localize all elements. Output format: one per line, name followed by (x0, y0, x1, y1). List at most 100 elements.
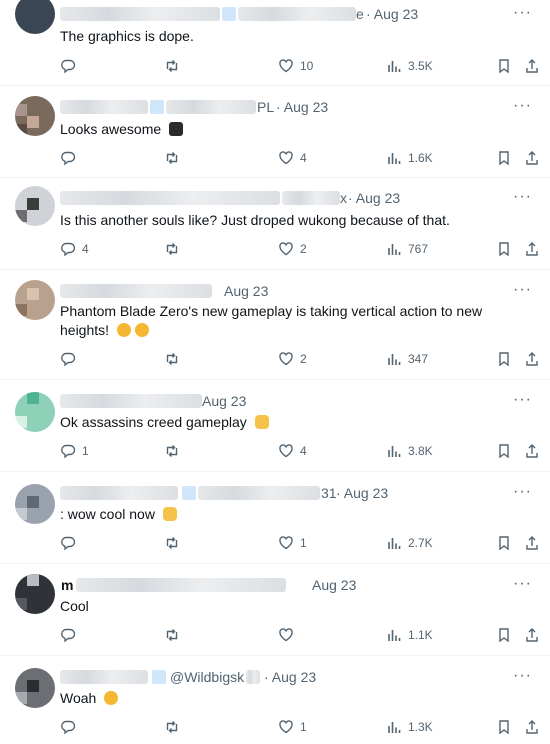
like-button[interactable]: 10 (278, 56, 313, 76)
views-button[interactable]: 1.3K (386, 717, 433, 737)
author-name-blurred (60, 191, 280, 205)
bookmark-button[interactable] (496, 717, 512, 737)
views-button[interactable]: 1.1K (386, 625, 433, 645)
retweet-button[interactable] (164, 441, 180, 461)
reply-item[interactable]: e · Aug 23 ··· The graphics is dope. 10 … (0, 0, 550, 86)
avatar[interactable] (15, 96, 55, 136)
share-button[interactable] (524, 441, 540, 461)
avatar[interactable] (15, 484, 55, 524)
bookmark-button[interactable] (496, 56, 512, 76)
heart-icon (279, 151, 293, 165)
like-button[interactable]: 4 (278, 148, 307, 168)
retweet-button[interactable] (164, 533, 180, 553)
retweet-button[interactable] (164, 349, 180, 369)
views-icon (388, 446, 401, 457)
bookmark-button[interactable] (496, 349, 512, 369)
post-date[interactable]: · Aug 23 (366, 6, 418, 22)
reply-button[interactable] (60, 625, 82, 645)
share-button[interactable] (524, 533, 540, 553)
views-button[interactable]: 2.7K (386, 533, 433, 553)
share-button[interactable] (524, 349, 540, 369)
reply-item[interactable]: x · Aug 23 ··· Is this another souls lik… (0, 178, 550, 270)
avatar[interactable] (15, 186, 55, 226)
views-button[interactable]: 3.8K (386, 441, 433, 461)
action-bar: 4 1.6K (60, 148, 540, 168)
more-icon[interactable]: ··· (513, 4, 532, 22)
more-icon[interactable]: ··· (513, 483, 532, 501)
like-button[interactable]: 2 (278, 349, 307, 369)
share-button[interactable] (524, 717, 540, 737)
more-icon[interactable]: ··· (513, 188, 532, 206)
view-count: 1.1K (408, 628, 433, 642)
post-date[interactable]: Aug 23 (312, 577, 356, 593)
like-button[interactable]: 2 (278, 239, 307, 259)
retweet-icon (166, 537, 178, 549)
flushed-face-emoji-icon (104, 691, 119, 705)
author-name-blurred (60, 7, 220, 21)
avatar[interactable] (15, 574, 55, 614)
retweet-button[interactable] (164, 717, 180, 737)
post-date[interactable]: · Aug 23 (348, 190, 400, 206)
reply-item[interactable]: m Aug 23 ··· Cool 1.1K (0, 564, 550, 656)
avatar[interactable] (15, 0, 55, 34)
post-date[interactable]: Aug 23 (202, 393, 246, 409)
reply-item[interactable]: Aug 23 ··· Phantom Blade Zero's new game… (0, 270, 550, 380)
bookmark-button[interactable] (496, 625, 512, 645)
reply-button[interactable]: 4 (60, 239, 89, 259)
more-icon[interactable]: ··· (513, 97, 532, 115)
avatar[interactable] (15, 668, 55, 708)
reply-button[interactable]: 1 (60, 441, 89, 461)
like-button[interactable]: 1 (278, 533, 307, 553)
views-button[interactable]: 767 (386, 239, 428, 259)
reply-button[interactable] (60, 717, 82, 737)
bookmark-icon (499, 444, 509, 459)
like-count: 1 (300, 720, 307, 734)
like-button[interactable]: 1 (278, 717, 307, 737)
author-handle-tail: PL (257, 99, 275, 115)
bookmark-button[interactable] (496, 441, 512, 461)
reply-button[interactable] (60, 533, 82, 553)
like-button[interactable]: 4 (278, 441, 307, 461)
avatar[interactable] (15, 280, 55, 320)
post-date[interactable]: · Aug 23 (336, 485, 388, 501)
views-icon (388, 354, 401, 365)
reply-item[interactable]: 31 · Aug 23 ··· : wow cool now 1 2.7K (0, 472, 550, 564)
retweet-icon (166, 629, 178, 641)
author-name-blurred (60, 100, 148, 114)
heart-icon (279, 352, 293, 366)
reply-item[interactable]: PL · Aug 23 ··· Looks awesome 4 1.6K (0, 86, 550, 178)
action-bar: 1.1K (60, 625, 540, 645)
share-button[interactable] (524, 56, 540, 76)
reply-item[interactable]: Aug 23 ··· Ok assassins creed gameplay 1… (0, 380, 550, 472)
reply-button[interactable] (60, 56, 82, 76)
action-bar: 1 2.7K (60, 533, 540, 553)
reply-button[interactable] (60, 349, 82, 369)
share-button[interactable] (524, 625, 540, 645)
views-button[interactable]: 3.5K (386, 56, 433, 76)
heart-icon (279, 720, 293, 734)
like-button[interactable] (278, 625, 300, 645)
bookmark-button[interactable] (496, 148, 512, 168)
more-icon[interactable]: ··· (513, 281, 532, 299)
views-button[interactable]: 1.6K (386, 148, 433, 168)
views-button[interactable]: 347 (386, 349, 428, 369)
more-icon[interactable]: ··· (513, 667, 532, 685)
more-icon[interactable]: ··· (513, 575, 532, 593)
retweet-button[interactable] (164, 148, 180, 168)
share-button[interactable] (524, 239, 540, 259)
retweet-button[interactable] (164, 625, 180, 645)
retweet-button[interactable] (164, 56, 180, 76)
post-date[interactable]: Aug 23 (224, 283, 268, 299)
share-button[interactable] (524, 148, 540, 168)
bookmark-icon (499, 59, 509, 74)
reply-item[interactable]: @Wildbigsk · Aug 23 ··· Woah 1 1.3K (0, 656, 550, 744)
author-handle-tail: @Wildbigsk (170, 669, 245, 685)
bookmark-button[interactable] (496, 239, 512, 259)
retweet-button[interactable] (164, 239, 180, 259)
avatar[interactable] (15, 392, 55, 432)
reply-button[interactable] (60, 148, 82, 168)
more-icon[interactable]: ··· (513, 391, 532, 409)
post-date[interactable]: · Aug 23 (264, 669, 316, 685)
bookmark-button[interactable] (496, 533, 512, 553)
post-date[interactable]: · Aug 23 (276, 99, 328, 115)
